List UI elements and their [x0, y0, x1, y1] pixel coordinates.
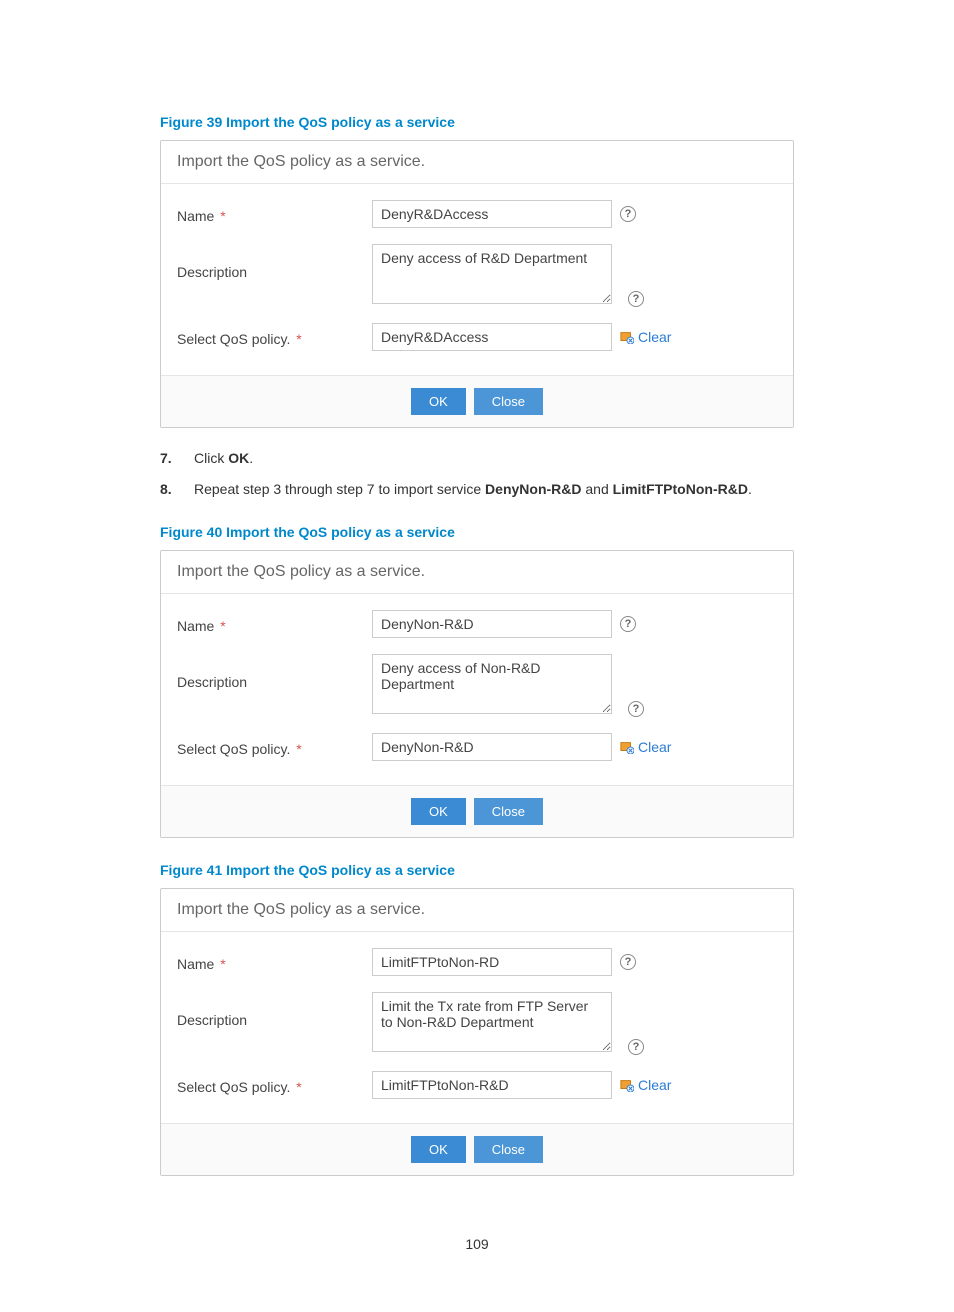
- figure-caption: Figure 41 Import the QoS policy as a ser…: [160, 862, 794, 878]
- name-row: Name * ?: [177, 200, 777, 228]
- figure-caption: Figure 40 Import the QoS policy as a ser…: [160, 524, 794, 540]
- description-input[interactable]: [372, 244, 612, 304]
- ok-button[interactable]: OK: [411, 798, 466, 825]
- help-icon[interactable]: ?: [620, 954, 636, 970]
- dialog-footer: OK Close: [161, 1124, 793, 1175]
- name-row: Name * ?: [177, 948, 777, 976]
- help-icon[interactable]: ?: [628, 291, 644, 307]
- dialog-footer: OK Close: [161, 786, 793, 837]
- description-row: Description ?: [177, 654, 777, 717]
- dialog-title: Import the QoS policy as a service.: [161, 551, 793, 594]
- policy-label: Select QoS policy. *: [177, 1075, 372, 1095]
- name-input[interactable]: [372, 948, 612, 976]
- name-label: Name *: [177, 614, 372, 634]
- page-number: 109: [160, 1236, 794, 1252]
- clear-icon: [620, 740, 634, 754]
- ok-button[interactable]: OK: [411, 388, 466, 415]
- qos-import-dialog: Import the QoS policy as a service. Name…: [160, 888, 794, 1176]
- dialog-title: Import the QoS policy as a service.: [161, 889, 793, 932]
- dialog-body: Name * ? Description ? Select QoS policy…: [161, 184, 793, 376]
- policy-label: Select QoS policy. *: [177, 327, 372, 347]
- qos-import-dialog: Import the QoS policy as a service. Name…: [160, 140, 794, 428]
- step-list: 7. Click OK. 8. Repeat step 3 through st…: [160, 448, 794, 500]
- clear-button[interactable]: Clear: [620, 329, 671, 345]
- policy-label: Select QoS policy. *: [177, 737, 372, 757]
- dialog-body: Name * ? Description ? Select QoS policy…: [161, 594, 793, 786]
- dialog-body: Name * ? Description ? Select QoS policy…: [161, 932, 793, 1124]
- qos-import-dialog: Import the QoS policy as a service. Name…: [160, 550, 794, 838]
- description-label: Description: [177, 992, 372, 1055]
- description-input[interactable]: [372, 654, 612, 714]
- dialog-title: Import the QoS policy as a service.: [161, 141, 793, 184]
- figure-caption: Figure 39 Import the QoS policy as a ser…: [160, 114, 794, 130]
- clear-icon: [620, 330, 634, 344]
- help-icon[interactable]: ?: [620, 206, 636, 222]
- close-button[interactable]: Close: [474, 1136, 543, 1163]
- close-button[interactable]: Close: [474, 798, 543, 825]
- policy-value[interactable]: DenyNon-R&D: [372, 733, 612, 761]
- ok-button[interactable]: OK: [411, 1136, 466, 1163]
- policy-row: Select QoS policy. * LimitFTPtoNon-R&D C…: [177, 1071, 777, 1099]
- policy-row: Select QoS policy. * DenyNon-R&D Clear: [177, 733, 777, 761]
- help-icon[interactable]: ?: [628, 701, 644, 717]
- description-row: Description ?: [177, 244, 777, 307]
- name-label: Name *: [177, 204, 372, 224]
- step-item: 7. Click OK.: [160, 448, 794, 469]
- description-input[interactable]: [372, 992, 612, 1052]
- step-item: 8. Repeat step 3 through step 7 to impor…: [160, 479, 794, 500]
- name-label: Name *: [177, 952, 372, 972]
- name-row: Name * ?: [177, 610, 777, 638]
- description-label: Description: [177, 244, 372, 307]
- policy-value[interactable]: DenyR&DAccess: [372, 323, 612, 351]
- help-icon[interactable]: ?: [628, 1039, 644, 1055]
- description-label: Description: [177, 654, 372, 717]
- close-button[interactable]: Close: [474, 388, 543, 415]
- help-icon[interactable]: ?: [620, 616, 636, 632]
- name-input[interactable]: [372, 610, 612, 638]
- policy-row: Select QoS policy. * DenyR&DAccess Clear: [177, 323, 777, 351]
- clear-icon: [620, 1078, 634, 1092]
- dialog-footer: OK Close: [161, 376, 793, 427]
- clear-button[interactable]: Clear: [620, 1077, 671, 1093]
- clear-button[interactable]: Clear: [620, 739, 671, 755]
- name-input[interactable]: [372, 200, 612, 228]
- description-row: Description ?: [177, 992, 777, 1055]
- policy-value[interactable]: LimitFTPtoNon-R&D: [372, 1071, 612, 1099]
